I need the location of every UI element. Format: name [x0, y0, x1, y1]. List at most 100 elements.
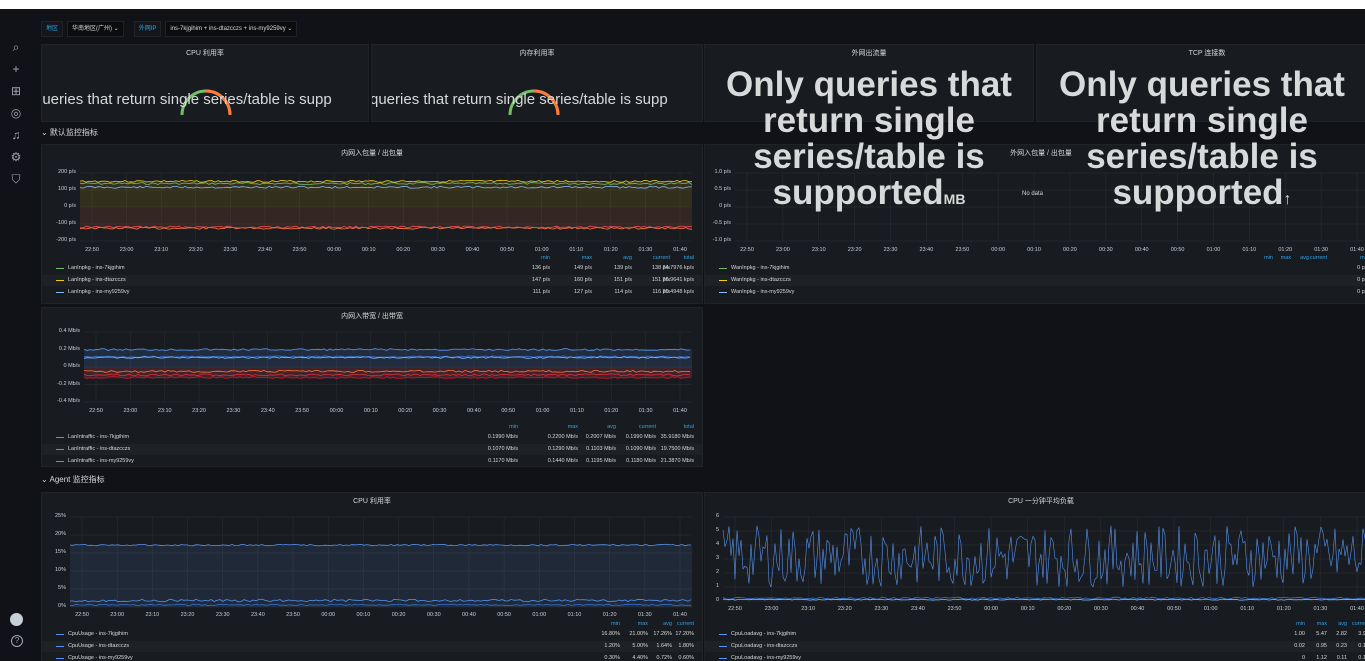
dashboards-icon[interactable]: ⊞ [8, 83, 24, 99]
x-tick-label: 22:50 [740, 247, 754, 253]
legend-series-name[interactable]: LanIntraffic - ins-dtazcczs [68, 446, 130, 452]
legend-series-name[interactable]: CpuUsage - ins-7kjgihim [68, 631, 128, 637]
x-tick-label: 22:50 [75, 612, 89, 618]
legend-value: 17.20% [675, 631, 694, 637]
x-tick-label: 23:40 [919, 247, 934, 253]
legend-item: CpuUsage - ins-7kjgihim 16.80% 21.00% 17.26… [42, 629, 702, 640]
legend-series-name[interactable]: CpuUsage - ins-dtazcczs [68, 643, 129, 649]
x-tick-label: 00:20 [391, 612, 406, 618]
x-tick-label: 01:30 [638, 247, 653, 253]
legend-series-name[interactable]: LanInpkg - ins-dtazcczs [68, 277, 126, 283]
panel-agent-cpu-load[interactable]: CPU 一分钟平均负载 6543210 22:50 23:00 23:10 23:20… [704, 492, 1365, 661]
row-header-agent[interactable]: ⌄ Agent 监控指标 [41, 474, 105, 485]
legend-value: 0.60% [678, 655, 694, 661]
legend-value: 0.1990 Mb/s [487, 434, 518, 440]
x-tick-label: 00:50 [500, 247, 514, 253]
panel-cpu-usage-stat[interactable]: CPU 利用率 queries that return single serie… [41, 44, 369, 122]
legend-value: 0.1170 Mb/s [488, 458, 518, 464]
legend-series-name[interactable]: LanInpkg - ins-7kjgihim [68, 265, 125, 271]
plus-icon[interactable]: + [8, 61, 24, 77]
legend-value: 0.1070 Mb/s [487, 446, 518, 452]
legend-item: CpuUsage - ins-dtazcczs 1.20% 5.00% 1.64% 1.… [42, 641, 702, 652]
legend-item: LanInpkg - ins-my9259vy 111 p/s 127 p/s 114… [42, 287, 702, 298]
legend-series-name[interactable]: CpuLoadavg - ins-my9259vy [731, 655, 801, 661]
x-tick-label: 23:40 [260, 408, 275, 414]
series-fill [80, 181, 692, 207]
legend-header: total [683, 255, 694, 261]
x-tick-label: 23:30 [223, 247, 238, 253]
x-tick-label: 01:10 [1240, 606, 1255, 612]
panel-lan-packets[interactable]: 内网入包量 / 出包量 200 p/s 100 p/s 0 p/s -100 p/s -… [41, 144, 703, 304]
legend-header: avg [607, 424, 616, 430]
var-select-ip[interactable]: ins-7kjgihim + ins-dtazcczs + ins-my9259… [165, 21, 298, 37]
x-tick-label: 23:00 [119, 247, 134, 253]
search-icon[interactable]: ⌕ [8, 39, 24, 55]
legend-swatch [56, 658, 64, 659]
legend-value: 147 p/s [531, 277, 550, 283]
legend-series-name[interactable]: CpuLoadavg - ins-7kjgihim [731, 631, 796, 637]
legend-series-name[interactable]: LanIntraffic - ins-my9259vy [68, 458, 134, 464]
help-icon[interactable]: ? [11, 635, 23, 647]
panel-tcp-stat[interactable]: TCP 连接数 Only queries that return single … [1036, 44, 1365, 211]
legend-header: min [1264, 255, 1273, 261]
x-tick-label: 01:00 [1206, 247, 1221, 253]
x-tick-label: 01:10 [570, 408, 584, 414]
legend-series-name[interactable]: LanIntraffic - ins-7kjgihim [68, 434, 129, 440]
legend-header: min [1360, 255, 1365, 261]
x-tick-label: 00:50 [1170, 247, 1185, 253]
legend-swatch [56, 634, 64, 635]
x-tick-label: 23:00 [110, 612, 125, 618]
x-tick-label: 00:00 [991, 247, 1006, 253]
top-bar [0, 0, 1365, 9]
legend-swatch [56, 461, 64, 462]
x-tick-label: 01:30 [637, 612, 652, 618]
legend-item: WanInpkg - ins-7kjgihim 0 p/s [705, 263, 1365, 274]
var-select-region[interactable]: 华南地区(广州) ⌄ [67, 21, 124, 37]
x-tick-label: 00:20 [398, 408, 413, 414]
x-tick-label: 01:40 [673, 408, 687, 414]
legend-series-name[interactable]: WanInpkg - ins-my9259vy [731, 289, 794, 295]
x-tick-label: 23:30 [215, 612, 230, 618]
panel-wan-out-stat[interactable]: 外网出流量 Only queries that return single se… [704, 44, 1034, 211]
x-tick-label: 23:50 [955, 247, 970, 253]
x-tick-label: 01:00 [534, 247, 549, 253]
legend-value: 136 p/s [531, 265, 550, 271]
x-tick-label: 00:30 [1093, 606, 1108, 612]
settings-icon[interactable]: ⚙ [8, 149, 24, 165]
legend-series-name[interactable]: CpuUsage - ins-my9259vy [68, 655, 133, 661]
dashboard: 地区 华南地区(广州) ⌄ 外网IP ins-7kjgihim + ins-dt… [33, 9, 1365, 661]
legend-series-name[interactable]: CpuLoadavg - ins-dtazcczs [731, 643, 797, 649]
x-tick-label: 00:20 [1063, 247, 1077, 253]
x-tick-label: 01:40 [673, 247, 687, 253]
x-tick-label: 23:50 [286, 612, 300, 618]
x-tick-label: 23:20 [188, 247, 203, 253]
legend-swatch [56, 292, 64, 293]
legend-series-name[interactable]: WanInpkg - ins-7kjgihim [731, 265, 789, 271]
panel-agent-cpu-usage[interactable]: CPU 利用率 25% 20% 15% 10% 5% 0% 22:50 23:00 23:10… [41, 492, 703, 661]
panel-memory-usage-stat[interactable]: 内存利用率 queries that return single series/… [371, 44, 703, 122]
alerting-icon[interactable]: ♫ [8, 127, 24, 143]
legend-header: avg [1300, 255, 1309, 261]
legend-header: current [676, 621, 694, 627]
legend-series-name[interactable]: WanInpkg - ins-dtazcczs [731, 277, 791, 283]
shield-icon[interactable]: ⛉ [8, 171, 24, 187]
x-tick-label: 00:40 [466, 408, 481, 414]
panel-lan-traffic[interactable]: 内网入带宽 / 出带宽 0.4 Mb/s 0.2 Mb/s 0 Mb/s -0.2 M… [41, 307, 703, 467]
legend-header: total [683, 424, 694, 430]
x-tick-label: 00:00 [327, 247, 341, 253]
legend-series-name[interactable]: LanInpkg - ins-my9259vy [68, 289, 129, 295]
legend-value: 0.10 [1358, 655, 1365, 661]
avatar[interactable] [10, 613, 23, 626]
legend-value: 127 p/s [573, 289, 592, 295]
row-header-default[interactable]: ⌄ 默认监控指标 [41, 127, 98, 138]
x-tick-label: 01:40 [673, 612, 687, 618]
x-tick-label: 23:30 [226, 408, 241, 414]
legend-value: 35.9180 Mb/s [660, 434, 694, 440]
legend-swatch [719, 280, 727, 281]
x-tick-label: 01:20 [1276, 606, 1291, 612]
legend-swatch [56, 437, 64, 438]
x-tick-label: 01:00 [535, 408, 550, 414]
explore-icon[interactable]: ◎ [8, 105, 24, 121]
x-tick-label: 00:30 [426, 612, 441, 618]
x-tick-label: 23:10 [801, 606, 816, 612]
